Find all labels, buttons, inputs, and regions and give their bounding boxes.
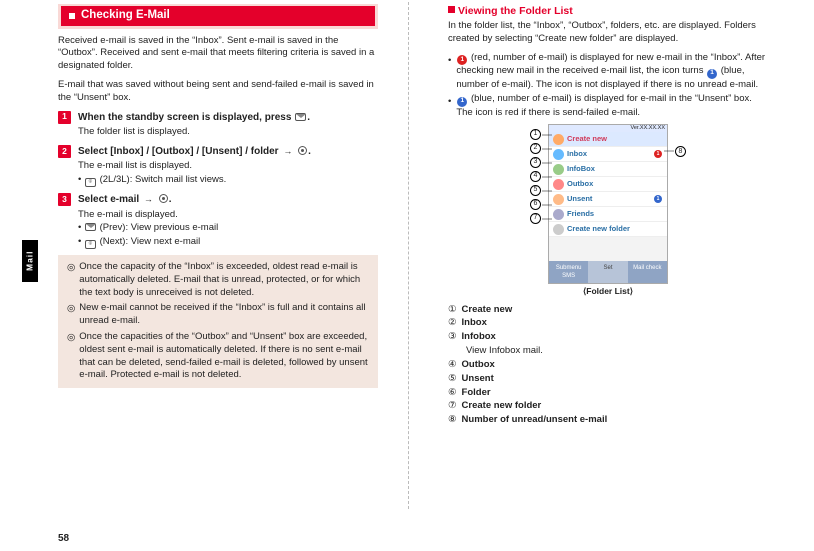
phone-rows: Create new Inbox1 InfoBox Outbox Unsent1… <box>549 132 667 237</box>
section-header: Checking E-Mail <box>58 4 378 29</box>
note-bullet-icon: ◎ <box>67 262 75 299</box>
callout-numbers-left: 1 2 3 4 5 6 7 <box>530 129 541 224</box>
unread-blue-icon: 1 <box>707 69 717 79</box>
unsent-icon <box>553 194 564 205</box>
infobox-icon <box>553 164 564 175</box>
legend-item: ⑥Folder <box>448 387 768 400</box>
callout-4: 4 <box>530 171 541 182</box>
intro-text: Received e-mail is saved in the “Inbox”.… <box>58 35 378 73</box>
phone-screen: Ver.XX.XX.XX Create new Inbox1 InfoBox O… <box>548 124 668 285</box>
step-title: Select e-mail . <box>78 193 171 207</box>
phone-row-friends: Friends <box>549 207 667 222</box>
legend-item: ④Outbox <box>448 359 768 372</box>
badge-icon: 1 <box>654 195 662 203</box>
bullet-item: • 1 (red, number of e-mail) is displayed… <box>448 52 768 92</box>
step-title: Select [Inbox] / [Outbox] / [Unsent] / f… <box>78 145 311 159</box>
callout-6: 6 <box>530 199 541 210</box>
step-3: 3 Select e-mail . <box>58 193 378 207</box>
phone-row-create-new: Create new <box>549 132 667 147</box>
column-divider <box>408 2 409 509</box>
center-key-icon <box>159 194 168 203</box>
arrow-icon <box>281 146 294 157</box>
right-column: Viewing the Folder List In the folder li… <box>448 4 768 428</box>
callout-3: 3 <box>530 157 541 168</box>
callout-7: 7 <box>530 213 541 224</box>
add-folder-icon <box>553 224 564 235</box>
callout-8: 8 <box>675 146 686 157</box>
phone-row-create-folder: Create new folder <box>549 222 667 237</box>
manual-page: Mail 58 Checking E-Mail Received e-mail … <box>0 0 814 551</box>
step-1: 1 When the standby screen is displayed, … <box>58 111 378 125</box>
legend-item: ⑤Unsent <box>448 373 768 386</box>
legend-subtext: View Infobox mail. <box>466 345 768 358</box>
camera-key-icon: ⌾ <box>85 178 96 187</box>
softkey-submenu: SubmenuSMS <box>549 261 588 283</box>
badge-icon: 1 <box>654 150 662 158</box>
section-tab: Mail <box>22 240 38 282</box>
inbox-icon <box>553 149 564 160</box>
phone-softkeys: SubmenuSMS Set Mail check <box>549 261 667 283</box>
page-number: 58 <box>58 532 69 546</box>
phone-row-unsent: Unsent1 <box>549 192 667 207</box>
phone-version: Ver.XX.XX.XX <box>549 125 667 132</box>
callout-5: 5 <box>530 185 541 196</box>
phone-spacer <box>549 237 667 261</box>
note-box: ◎Once the capacity of the “Inbox” is exc… <box>58 255 378 388</box>
legend-item: ②Inbox <box>448 317 768 330</box>
phone-row-outbox: Outbox <box>549 177 667 192</box>
left-column: Checking E-Mail Received e-mail is saved… <box>58 4 378 388</box>
softkey-set: Set <box>588 261 627 283</box>
square-bullet-icon <box>448 6 455 13</box>
step-2: 2 Select [Inbox] / [Outbox] / [Unsent] /… <box>58 145 378 159</box>
phone-row-inbox: Inbox1 <box>549 147 667 162</box>
intro-text-2: E-mail that was saved without being sent… <box>58 79 378 105</box>
arrow-icon <box>142 194 155 205</box>
create-new-icon <box>553 134 564 145</box>
step-1-body: The folder list is displayed. <box>78 126 378 139</box>
callout-2: 2 <box>530 143 541 154</box>
mail-key-icon <box>85 223 96 231</box>
subsection-title: Viewing the Folder List <box>448 4 768 18</box>
section-header-title: Checking E-Mail <box>81 8 170 24</box>
camera-key-icon: ⌾ <box>85 240 96 249</box>
step-number: 2 <box>58 145 71 158</box>
intro-text: In the folder list, the “Inbox”, “Outbox… <box>448 20 768 46</box>
step-number: 1 <box>58 111 71 124</box>
note-bullet-icon: ◎ <box>67 332 75 382</box>
outbox-icon <box>553 179 564 190</box>
callout-numbers-right: 8 <box>675 145 686 158</box>
bullet-item: • 1 (blue, number of e-mail) is displaye… <box>448 93 768 119</box>
unread-red-icon: 1 <box>457 55 467 65</box>
step-3-body: The e-mail is displayed. • (Prev): View … <box>78 209 378 249</box>
step-2-body: The e-mail list is displayed. • ⌾ (2L/3L… <box>78 160 378 187</box>
legend-item: ③Infobox <box>448 331 768 344</box>
legend-item: ⑧Number of unread/unsent e-mail <box>448 414 768 427</box>
softkey-mail-check: Mail check <box>628 261 667 283</box>
center-key-icon <box>298 146 307 155</box>
unsent-blue-icon: 1 <box>457 97 467 107</box>
note-bullet-icon: ◎ <box>67 303 75 328</box>
legend-item: ①Create new <box>448 304 768 317</box>
figure-caption: ⟨Folder List⟩ <box>548 286 668 297</box>
mail-key-icon <box>295 113 306 121</box>
phone-row-infobox: InfoBox <box>549 162 667 177</box>
step-title: When the standby screen is displayed, pr… <box>78 111 310 125</box>
callout-1: 1 <box>530 129 541 140</box>
folder-list-figure: 1 2 3 4 5 6 7 8 <box>448 124 768 298</box>
legend-item: ⑦Create new folder <box>448 400 768 413</box>
folder-icon <box>553 209 564 220</box>
figure-legend: ①Create new ②Inbox ③Infobox View Infobox… <box>448 304 768 427</box>
step-number: 3 <box>58 193 71 206</box>
